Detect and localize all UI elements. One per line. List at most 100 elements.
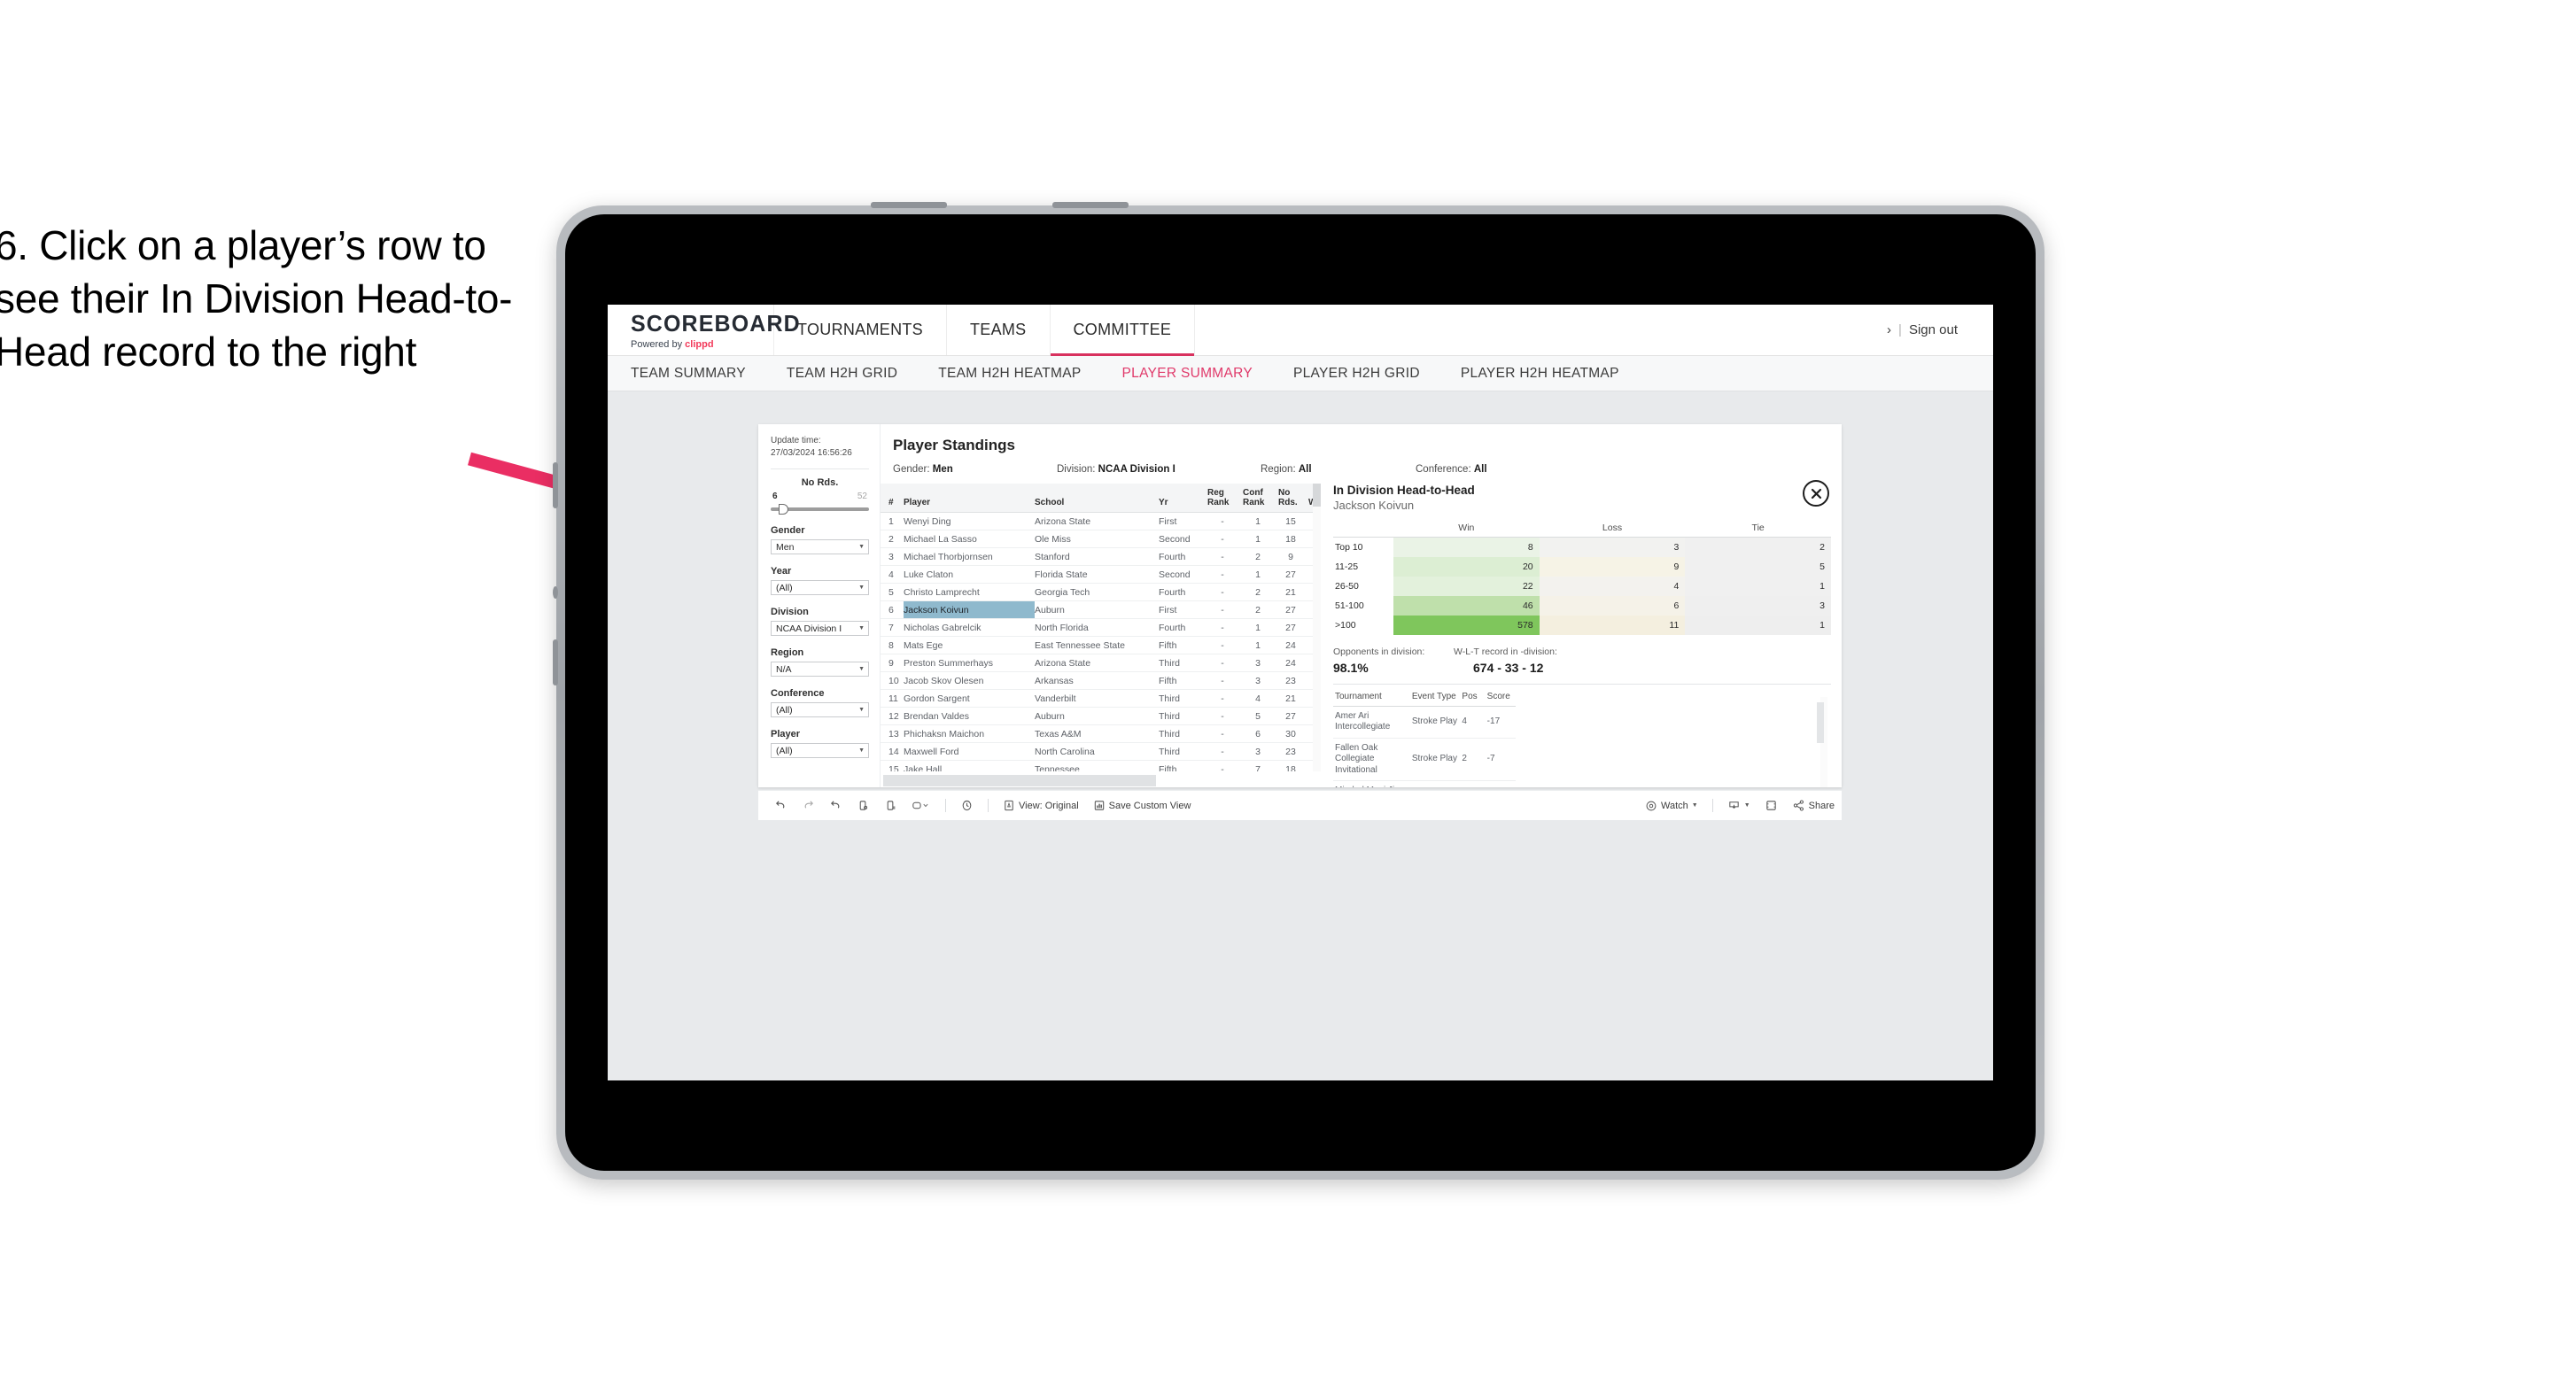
refresh-data-button[interactable] [850, 799, 877, 812]
cell-no-rds: 27 [1276, 618, 1306, 638]
table-row[interactable]: 9 Preston Summerhays Arizona State Third -3 2… [881, 654, 1321, 673]
cell-no-rds: 9 [1276, 547, 1306, 567]
cell-rank: 4 [881, 565, 904, 585]
top-nav-tournaments[interactable]: TOURNAMENTS [774, 305, 947, 355]
top-nav-teams[interactable]: TEAMS [947, 305, 1051, 355]
cell-reg-rank: - [1205, 530, 1240, 549]
table-row[interactable]: 6Jackson KoivunAuburnFirst-2271 [881, 600, 1321, 620]
table-row[interactable]: 5 Christo Lamprecht Georgia Tech Fourth -2 21… [881, 583, 1321, 602]
view-original-button[interactable]: View: Original [996, 799, 1086, 812]
sign-out-link[interactable]: Sign out [1909, 322, 1958, 337]
share-button[interactable]: Share [1785, 799, 1842, 812]
tournament-thead: Tournament Event Type Pos Score [1333, 691, 1516, 707]
h2h-cell-loss: 3 [1539, 537, 1686, 557]
cell-player: Michael Thorbjornsen [904, 547, 1035, 567]
cell-conf-rank: 1 [1240, 530, 1276, 549]
pause-updates-button[interactable] [877, 799, 904, 812]
app-logo[interactable]: SCOREBOARD Powered by clippd [608, 305, 800, 355]
cell-school: Arkansas [1035, 671, 1159, 691]
col-no-rds[interactable]: No Rds. [1276, 484, 1306, 514]
tournament-row[interactable]: Fallen Oak Collegiate Invitational Stroke… [1333, 738, 1516, 781]
meta-division: Division: NCAA Division I [1057, 464, 1261, 475]
col-year[interactable]: Yr [1159, 484, 1205, 514]
filter-gender: Gender Men ▼ [771, 525, 869, 554]
standings-vertical-scrollbar[interactable] [1313, 484, 1321, 771]
tab-player-h2h-grid[interactable]: PLAYER H2H GRID [1293, 366, 1420, 382]
table-row[interactable]: 2Michael La SassoOle MissSecond-1180 [881, 530, 1321, 549]
col-player[interactable]: Player [904, 484, 1035, 514]
meta-label: Gender: [893, 464, 933, 475]
save-custom-view-button[interactable]: Save Custom View [1086, 799, 1199, 812]
new-worksheet-button[interactable] [904, 799, 938, 812]
user-chevron-icon[interactable]: › [1887, 322, 1891, 337]
cell-rank: 5 [881, 583, 904, 602]
watch-label: Watch [1661, 800, 1688, 811]
table-row[interactable]: 12Brendan ValdesAuburnThird-5270 [881, 707, 1321, 726]
col-line2: Rank [1243, 498, 1265, 508]
tournament-row[interactable]: Amer Ari Intercollegiate Stroke Play 4 -17 [1333, 706, 1516, 739]
col-rank[interactable]: # [881, 484, 904, 514]
table-row[interactable]: 1Wenyi DingArizona StateFirst-1151 [881, 512, 1321, 531]
filter-year: Year (All) ▼ [771, 566, 869, 595]
region-dropdown[interactable]: N/A ▼ [771, 662, 869, 677]
standings-thead: # Player School Yr Reg Rank Conf Rank No Rd… [881, 484, 1321, 514]
cell-year: Third [1159, 707, 1205, 726]
scrollbar-thumb[interactable] [883, 775, 1156, 786]
table-row[interactable]: 4Luke ClatonFlorida StateSecond-1272 [881, 565, 1321, 585]
table-row[interactable]: 3Michael ThorbjornsenStanfordFourth-291 [881, 547, 1321, 567]
table-row[interactable]: 8Mats EgeEast Tennessee StateFifth-1242 [881, 636, 1321, 655]
col-reg-rank[interactable]: Reg Rank [1205, 484, 1240, 514]
close-circle-icon[interactable] [1803, 480, 1829, 507]
h2h-cell-loss: 4 [1539, 576, 1686, 596]
fullscreen-button[interactable] [1757, 799, 1785, 812]
col-school[interactable]: School [1035, 484, 1159, 514]
table-row[interactable]: 13Phichaksn MaichonTexas A&MThird-6301 [881, 724, 1321, 744]
cell-pos: 2 [1462, 738, 1487, 781]
division-dropdown[interactable]: NCAA Division I ▼ [771, 621, 869, 636]
history-button[interactable] [953, 799, 981, 812]
cell-rank: 11 [881, 689, 904, 708]
slider-track[interactable] [771, 504, 869, 515]
top-nav-committee[interactable]: COMMITTEE [1050, 305, 1196, 356]
tab-team-summary[interactable]: TEAM SUMMARY [631, 366, 746, 382]
slider-handle[interactable] [778, 504, 788, 515]
cell-tournament: Fallen Oak Collegiate Invitational [1333, 738, 1412, 781]
table-row[interactable]: 11Gordon SargentVanderbiltThird-4210 [881, 689, 1321, 708]
col-conf-rank[interactable]: Conf Rank [1240, 484, 1276, 514]
table-row[interactable]: 14Maxwell FordNorth CarolinaThird-3230 [881, 742, 1321, 762]
filter-label: Player [771, 729, 801, 739]
table-row[interactable]: 15Jake HallTennesseeFifth-7180 [881, 760, 1321, 771]
year-dropdown[interactable]: (All) ▼ [771, 580, 869, 595]
standings-horizontal-scrollbar[interactable] [881, 771, 1321, 787]
undo-button[interactable] [758, 799, 795, 812]
watch-button[interactable]: Watch ▼ [1638, 800, 1705, 812]
gender-dropdown[interactable]: Men ▼ [771, 539, 869, 554]
conference-dropdown[interactable]: (All) ▼ [771, 702, 869, 717]
tab-player-summary[interactable]: PLAYER SUMMARY [1122, 366, 1253, 382]
redo-button[interactable] [795, 799, 822, 812]
tab-player-h2h-heatmap[interactable]: PLAYER H2H HEATMAP [1461, 366, 1619, 382]
scrollbar-thumb[interactable] [1313, 484, 1321, 507]
download-button[interactable]: ▼ [1720, 799, 1757, 812]
player-dropdown[interactable]: (All) ▼ [771, 743, 869, 758]
powered-prefix: Powered by [631, 339, 686, 350]
scrollbar-thumb[interactable] [1817, 701, 1824, 743]
tab-team-h2h-grid[interactable]: TEAM H2H GRID [787, 366, 897, 382]
chevron-down-icon: ▼ [858, 747, 865, 754]
table-row[interactable]: 7 Nicholas Gabrelcik North Florida Fourth -1… [881, 618, 1321, 638]
cell-player: Brendan Valdes [904, 707, 1035, 726]
page-title: Player Standings [893, 437, 1015, 453]
h2h-band-label: Top 10 [1335, 541, 1363, 553]
chevron-down-icon: ▼ [1743, 802, 1750, 809]
device-button-volume-up [553, 462, 558, 508]
tab-team-h2h-heatmap[interactable]: TEAM H2H HEATMAP [938, 366, 1081, 382]
history-clock-icon [962, 800, 972, 811]
cell-reg-rank: - [1205, 742, 1240, 762]
col-event-type: Event Type [1411, 691, 1463, 707]
revert-button[interactable] [822, 799, 850, 812]
table-row[interactable]: 10Jacob Skov OlesenArkansasFifth-3230 [881, 671, 1321, 691]
no-rounds-slider[interactable]: No Rds. 6 52 [771, 477, 869, 515]
tournament-row[interactable]: Mirabel Maui Jim IntercollegiateStroke P… [1333, 780, 1516, 787]
tournament-scrollbar[interactable] [1817, 696, 1827, 787]
cell-player: Phichaksn Maichon [904, 724, 1035, 744]
